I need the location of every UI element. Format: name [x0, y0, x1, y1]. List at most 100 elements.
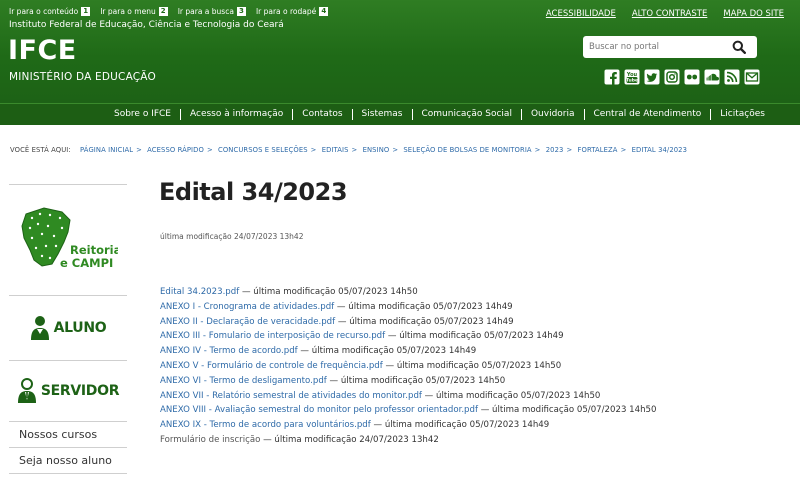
search-box	[583, 36, 757, 58]
list-item: ANEXO II - Declaração de veracidade.pdf …	[160, 315, 656, 330]
file-link[interactable]: ANEXO III - Fomulario de interposição de…	[160, 331, 385, 341]
breadcrumb-separator: >	[351, 146, 358, 154]
main-nav: Sobre o IFCE Acesso à informação Contato…	[0, 103, 800, 125]
file-meta: — última modificação 05/07/2023 14h50	[478, 405, 657, 416]
skip-to-menu-link[interactable]: Ir para o menu 2	[100, 7, 168, 16]
twitter-icon[interactable]	[644, 69, 660, 85]
instagram-icon[interactable]	[664, 69, 680, 85]
skip-to-content-link[interactable]: Ir para o conteúdo 1	[9, 7, 91, 16]
reitoria-label-line1: Reitoria	[70, 243, 118, 257]
file-link[interactable]: ANEXO VIII - Avaliação semestral do moni…	[160, 405, 478, 415]
breadcrumb-item[interactable]: PÁGINA INICIAL	[80, 146, 133, 154]
list-item: Formulário de inscrição — última modific…	[160, 433, 656, 448]
breadcrumb-separator: >	[620, 146, 627, 154]
file-link[interactable]: Edital 34.2023.pdf	[160, 287, 239, 297]
file-link[interactable]: ANEXO V - Formulário de controle de freq…	[160, 361, 383, 371]
list-item: ANEXO VIII - Avaliação semestral do moni…	[160, 403, 656, 418]
breadcrumb-separator: >	[566, 146, 573, 154]
accessibility-link[interactable]: ACESSIBILIDADE	[546, 9, 616, 19]
file-meta: — última modificação 05/07/2023 14h50	[382, 360, 562, 371]
file-meta: — última modificação 05/07/2023 14h50	[239, 287, 418, 297]
breadcrumb-item[interactable]: FORTALEZA	[578, 146, 618, 154]
access-key-badge: 1	[81, 7, 91, 16]
file-link[interactable]: ANEXO IV - Termo de acordo.pdf	[160, 346, 298, 356]
breadcrumb: VOCÊ ESTÁ AQUI: PÁGINA INICIAL > ACESSO R…	[10, 146, 687, 154]
search-icon[interactable]	[728, 36, 750, 58]
nav-item-comunicacao-social[interactable]: Comunicação Social	[413, 109, 522, 120]
list-item: ANEXO VII - Relatório semestral de ativi…	[160, 389, 656, 404]
access-key-badge: 2	[158, 7, 168, 16]
file-link[interactable]: ANEXO I - Cronograma de atividades.pdf	[160, 302, 334, 312]
list-item: ANEXO III - Fomulario de interposição de…	[160, 329, 656, 344]
breadcrumb-separator: >	[206, 146, 213, 154]
breadcrumb-item[interactable]: EDITAIS	[322, 146, 349, 154]
list-item: ANEXO V - Formulário de controle de freq…	[160, 359, 656, 374]
file-link[interactable]: ANEXO VII - Relatório semestral de ativi…	[160, 391, 422, 401]
aluno-label: ALUNO	[53, 320, 107, 336]
list-item: Edital 34.2023.pdf — última modificação …	[160, 285, 656, 300]
access-key-badge: 4	[319, 7, 329, 16]
list-item: ANEXO I - Cronograma de atividades.pdf —…	[160, 300, 656, 315]
ceara-map-icon: Reitoria e CAMPI	[21, 207, 118, 270]
nav-item-licitacoes[interactable]: Licitações	[711, 109, 765, 120]
breadcrumb-separator: >	[310, 146, 317, 154]
nav-item-central-atendimento[interactable]: Central de Atendimento	[585, 109, 712, 120]
aluno-banner[interactable]: ALUNO	[9, 296, 127, 360]
sidebar-link-nossos-cursos[interactable]: Nossos cursos	[9, 422, 127, 447]
skip-to-footer-link[interactable]: Ir para o rodapé 4	[256, 7, 329, 16]
servidor-label: SERVIDOR	[40, 383, 120, 399]
rss-icon[interactable]	[724, 69, 740, 85]
file-link[interactable]: ANEXO IX - Termo de acordo para voluntár…	[160, 420, 371, 430]
sidebar: Reitoria e CAMPI ALUNO SERVIDOR Nossos c…	[9, 184, 127, 474]
breadcrumb-item[interactable]: CONCURSOS E SELEÇÕES	[218, 146, 308, 154]
breadcrumb-separator: >	[534, 146, 541, 154]
search-input[interactable]	[583, 42, 728, 52]
file-meta: — última modificação 05/07/2023 14h50	[326, 375, 506, 386]
nav-item-acesso-informacao[interactable]: Acesso à informação	[181, 109, 294, 120]
breadcrumb-item[interactable]: SELEÇÃO DE BOLSAS DE MONITORIA	[403, 146, 531, 154]
high-contrast-link[interactable]: ALTO CONTRASTE	[632, 9, 707, 19]
file-link[interactable]: ANEXO VI - Termo de desligamento.pdf	[160, 376, 327, 386]
list-item: ANEXO IX - Termo de acordo para voluntár…	[160, 418, 656, 433]
nav-item-contatos[interactable]: Contatos	[293, 109, 353, 120]
file-meta: — última modificação 05/07/2023 14h49	[297, 346, 477, 357]
breadcrumb-separator: >	[392, 146, 399, 154]
form-link[interactable]: Formulário de inscrição	[160, 435, 260, 445]
breadcrumb-item[interactable]: 2023	[546, 146, 564, 154]
list-item: ANEXO VI - Termo de desligamento.pdf — ú…	[160, 374, 656, 389]
breadcrumb-separator: >	[136, 146, 142, 154]
nav-item-sobre[interactable]: Sobre o IFCE	[105, 109, 181, 120]
page-title: Edital 34/2023	[159, 178, 348, 206]
sidebar-link-seja-nosso-aluno[interactable]: Seja nosso aluno	[9, 448, 127, 473]
skip-to-search-link[interactable]: Ir para a busca 3	[178, 7, 246, 16]
nav-item-ouvidoria[interactable]: Ouvidoria	[522, 109, 585, 120]
sitemap-link[interactable]: MAPA DO SITE	[723, 9, 784, 19]
breadcrumb-item[interactable]: ENSINO	[363, 146, 390, 154]
breadcrumb-label: VOCÊ ESTÁ AQUI:	[10, 146, 71, 154]
soundcloud-icon[interactable]	[704, 69, 720, 85]
flickr-icon[interactable]	[684, 69, 700, 85]
access-key-badge: 3	[236, 7, 246, 16]
reitoria-campi-banner[interactable]: Reitoria e CAMPI	[9, 185, 127, 295]
file-link[interactable]: ANEXO II - Declaração de veracidade.pdf	[160, 317, 335, 327]
file-meta: — última modificação 05/07/2023 14h50	[421, 390, 601, 401]
facebook-icon[interactable]	[604, 69, 620, 85]
list-item: ANEXO IV - Termo de acordo.pdf — última …	[160, 344, 656, 359]
breadcrumb-item[interactable]: ACESSO RÁPIDO	[147, 146, 204, 154]
file-list: Edital 34.2023.pdf — última modificação …	[160, 285, 656, 448]
file-meta: — última modificação 05/07/2023 14h49	[334, 301, 513, 312]
site-header: Ir para o conteúdo 1 Ir para o menu 2 Ir p…	[0, 0, 800, 103]
sidebar-divider	[9, 473, 127, 474]
servidor-banner[interactable]: SERVIDOR	[9, 361, 127, 421]
staff-icon	[17, 378, 36, 403]
ministry-label: MINISTÉRIO DA EDUCAÇÃO	[9, 71, 156, 83]
youtube-icon[interactable]: You Tube	[624, 69, 640, 85]
nav-item-sistemas[interactable]: Sistemas	[353, 109, 413, 120]
site-logo[interactable]: IFCE	[8, 35, 77, 66]
breadcrumb-current[interactable]: EDITAL 34/2023	[632, 146, 687, 154]
social-links: You Tube	[604, 69, 760, 85]
file-meta: — última modificação 24/07/2023 13h42	[260, 434, 439, 445]
email-icon[interactable]	[744, 69, 760, 85]
top-links: ACESSIBILIDADE ALTO CONTRASTE MAPA DO SI…	[546, 9, 784, 19]
svg-text:Tube: Tube	[626, 78, 638, 84]
